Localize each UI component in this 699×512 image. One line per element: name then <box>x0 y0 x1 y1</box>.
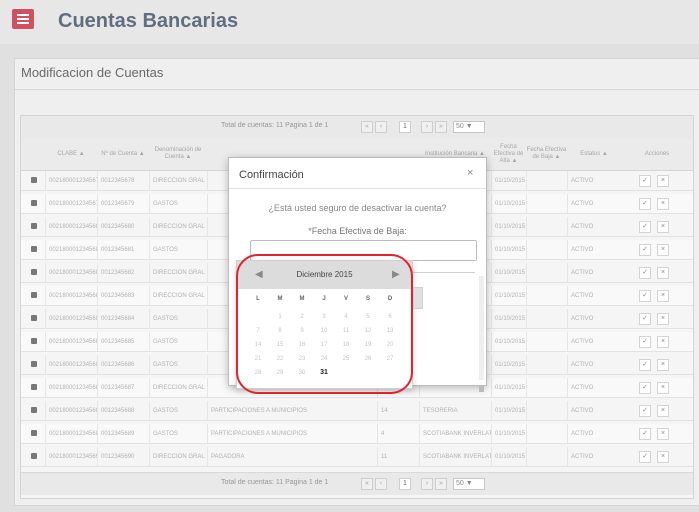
highlight-annotation <box>236 254 413 394</box>
dialog-scrollbar[interactable] <box>479 276 484 392</box>
scrollbar-thumb[interactable] <box>479 386 484 392</box>
confirmation-question: ¿Está usted seguro de desactivar la cuen… <box>268 203 447 213</box>
close-icon[interactable]: × <box>467 167 473 179</box>
date-field-label: *Fecha Efectiva de Baja: <box>308 226 407 236</box>
datepicker-side-tab <box>413 287 423 309</box>
dialog-title: Confirmación <box>239 169 304 181</box>
dialog-divider <box>229 188 486 189</box>
